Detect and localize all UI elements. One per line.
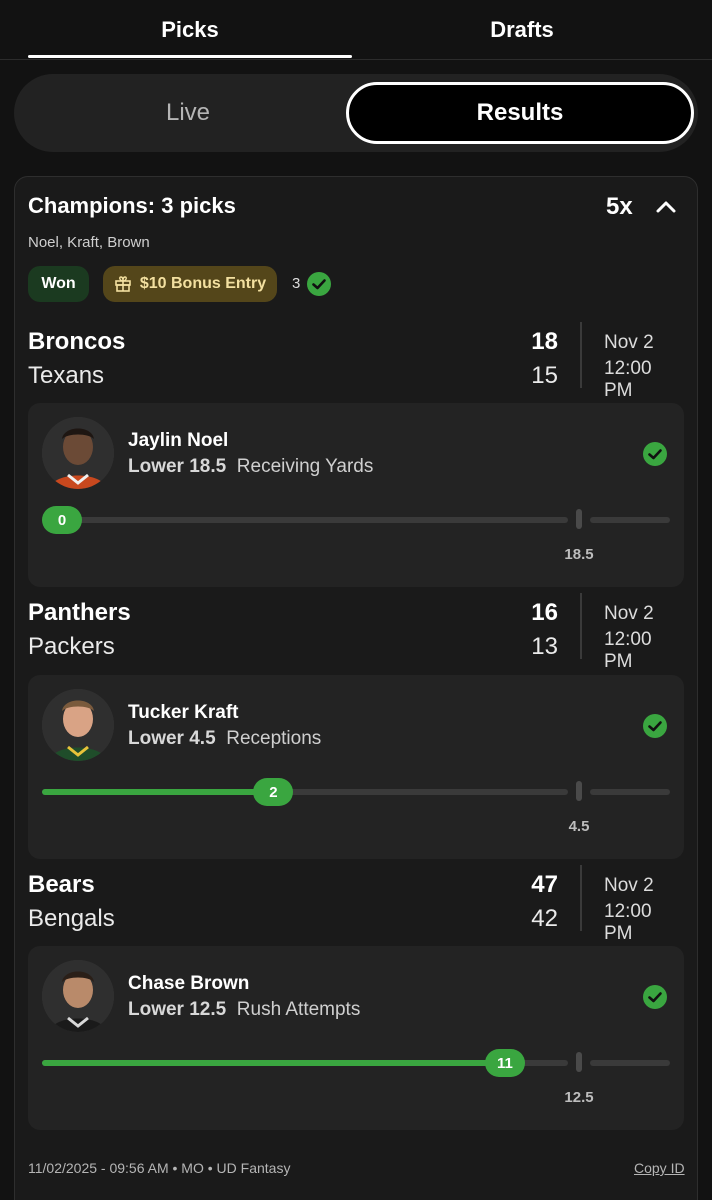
copy-id-link[interactable]: Copy ID: [634, 1160, 685, 1176]
pick-stat: Rush Attempts: [236, 999, 361, 1020]
line-marker: [576, 509, 582, 529]
game-row: Bears Bengals 47 42 Nov 2 12:00 PM: [28, 865, 684, 944]
pick-line: Lower 4.5 Receptions: [128, 728, 321, 750]
away-team: Texans: [28, 362, 105, 389]
player-avatar: [42, 689, 114, 761]
bonus-entry-badge: $10 Bonus Entry: [103, 266, 277, 302]
pick-line: Lower 18.5 Receiving Yards: [128, 456, 373, 478]
game-time: 12:00 PM: [604, 901, 652, 944]
top-tabs: Picks Drafts: [0, 0, 712, 60]
check-circle-icon: [643, 714, 667, 738]
progress-track-remainder: [590, 1060, 670, 1066]
pick-stat: Receptions: [226, 728, 322, 749]
player-name: Jaylin Noel: [128, 430, 229, 451]
divider: [580, 865, 582, 931]
pick-direction: Lower: [128, 728, 184, 749]
player-avatar: [42, 417, 114, 489]
check-circle-icon: [307, 272, 331, 296]
actual-value-knob: 11: [484, 1049, 525, 1077]
actual-value-knob: 2: [253, 778, 294, 806]
away-team: Packers: [28, 633, 115, 660]
game-date: Nov 2: [604, 875, 654, 896]
progress-track: [42, 789, 568, 795]
pick-line-value: 18.5: [189, 456, 227, 477]
line-value-label: 12.5: [564, 1089, 594, 1106]
home-team: Bears: [28, 871, 95, 898]
chevron-up-icon[interactable]: [652, 193, 680, 221]
bonus-entry-label: $10 Bonus Entry: [139, 275, 267, 292]
entry-players: Noel, Kraft, Brown: [28, 234, 150, 251]
pick-line: Lower 12.5 Rush Attempts: [128, 999, 360, 1021]
line-marker: [576, 781, 582, 801]
pick-line-value: 4.5: [189, 728, 216, 749]
game-row: Broncos Texans 18 15 Nov 2 12:00 PM: [28, 322, 684, 401]
line-value-label: 4.5: [568, 818, 590, 835]
game-date: Nov 2: [604, 332, 654, 353]
tab-picks[interactable]: Picks: [28, 0, 352, 60]
game-row: Panthers Packers 16 13 Nov 2 12:00 PM: [28, 593, 684, 672]
game-date: Nov 2: [604, 603, 654, 624]
player-name: Chase Brown: [128, 973, 250, 994]
progress-fill: [42, 789, 274, 795]
actual-value-knob: 0: [42, 506, 82, 534]
pick-direction: Lower: [128, 456, 184, 477]
home-score: 18: [531, 328, 558, 355]
progress-track-remainder: [590, 517, 670, 523]
segment-results[interactable]: Results: [346, 82, 694, 144]
game-time: 12:00 PM: [604, 629, 652, 672]
game-time: 12:00 PM: [604, 358, 652, 401]
home-score: 16: [531, 599, 558, 626]
progress-track: [42, 517, 568, 523]
entry-meta: 11/02/2025 - 09:56 AM • MO • UD Fantasy: [28, 1160, 291, 1176]
away-score: 13: [531, 633, 558, 660]
status-badge: Won: [28, 266, 89, 302]
away-score: 42: [531, 905, 558, 932]
divider: [580, 322, 582, 388]
pick-direction: Lower: [128, 999, 184, 1020]
home-score: 47: [531, 871, 558, 898]
divider: [580, 593, 582, 659]
pick-stat: Receiving Yards: [236, 456, 374, 477]
gift-icon: [115, 276, 131, 292]
away-team: Bengals: [28, 905, 115, 932]
away-score: 15: [531, 362, 558, 389]
pick-card[interactable]: Chase Brown Lower 12.5 Rush Attempts 11 …: [28, 946, 684, 1130]
player-name: Tucker Kraft: [128, 702, 239, 723]
line-marker: [576, 1052, 582, 1072]
home-team: Broncos: [28, 328, 126, 355]
check-circle-icon: [643, 985, 667, 1009]
pick-card[interactable]: Tucker Kraft Lower 4.5 Receptions 2 4.5: [28, 675, 684, 859]
progress-track-remainder: [590, 789, 670, 795]
live-results-toggle: Live Results: [14, 74, 698, 152]
entry-title: Champions: 3 picks: [28, 193, 236, 218]
segment-live[interactable]: Live: [22, 82, 354, 144]
wins-count: 3: [292, 275, 301, 292]
tab-drafts[interactable]: Drafts: [360, 0, 684, 60]
player-avatar: [42, 960, 114, 1032]
progress-fill: [42, 1060, 505, 1066]
payout-multiplier: 5x: [606, 193, 633, 220]
active-tab-indicator: [28, 55, 352, 58]
pick-line-value: 12.5: [189, 999, 227, 1020]
check-circle-icon: [643, 442, 667, 466]
home-team: Panthers: [28, 599, 131, 626]
line-value-label: 18.5: [564, 546, 594, 563]
pick-card[interactable]: Jaylin Noel Lower 18.5 Receiving Yards 0…: [28, 403, 684, 587]
